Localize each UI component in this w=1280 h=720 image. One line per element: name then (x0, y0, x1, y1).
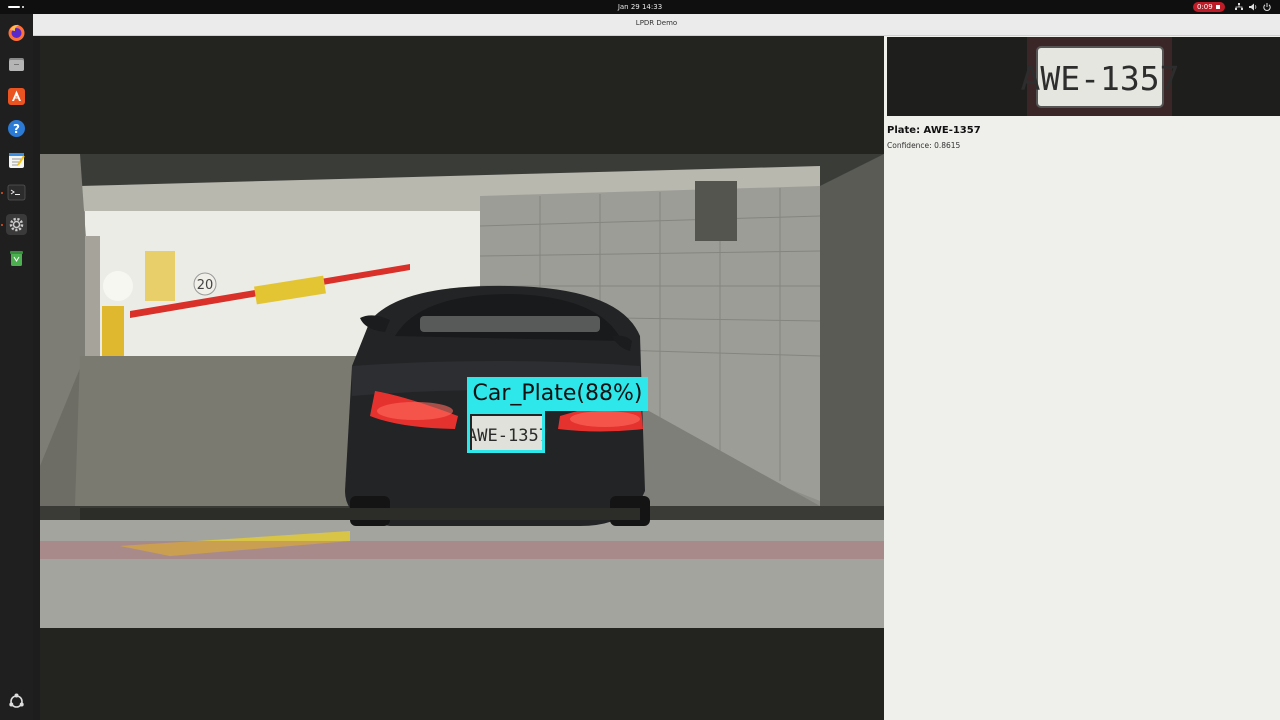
network-icon[interactable] (1234, 2, 1244, 12)
text-editor-icon[interactable] (6, 150, 27, 171)
confidence-result: Confidence: 0.8615 (887, 141, 961, 150)
result-panel: AWE-1357 Plate: AWE-1357 Confidence: 0.8… (884, 36, 1280, 720)
help-icon[interactable]: ? (6, 118, 27, 139)
app-center-icon[interactable] (6, 86, 27, 107)
speed-sign-number: 20 (197, 278, 214, 293)
terminal-running-indicator (1, 192, 3, 194)
detection-bounding-box (467, 411, 545, 453)
files-icon[interactable] (6, 54, 27, 75)
svg-text:?: ? (13, 122, 20, 136)
trash-icon[interactable] (6, 248, 27, 269)
clock[interactable]: Jan 29 14:33 (0, 3, 1280, 11)
top-bar: Jan 29 14:33 0:09 (0, 0, 1280, 14)
settings-running-indicator (1, 224, 3, 226)
settings-icon[interactable] (6, 214, 27, 235)
crop-plate-text: AWE-1357 (1021, 59, 1180, 98)
plate-crop-preview: AWE-1357 (887, 37, 1280, 116)
dock: ? (0, 14, 33, 720)
show-apps-icon[interactable] (6, 691, 27, 712)
plate-result: Plate: AWE-1357 (887, 125, 981, 136)
window-title-bar[interactable]: LPDR Demo (33, 14, 1280, 36)
detection-label: Car_Plate(88%) (467, 377, 648, 411)
recording-time: 0:09 (1197, 3, 1213, 11)
terminal-icon[interactable] (6, 182, 27, 203)
volume-icon[interactable] (1248, 2, 1258, 12)
screen-recording-indicator[interactable]: 0:09 (1193, 2, 1225, 12)
stop-recording-icon (1216, 5, 1220, 9)
firefox-icon[interactable] (6, 22, 27, 43)
power-icon[interactable] (1262, 2, 1272, 12)
video-frame: 20 AWE-1357 Car_Plate(88%) (40, 36, 884, 720)
parking-garage-scene: 20 AWE-1357 (40, 154, 884, 628)
window-title: LPDR Demo (635, 19, 678, 27)
